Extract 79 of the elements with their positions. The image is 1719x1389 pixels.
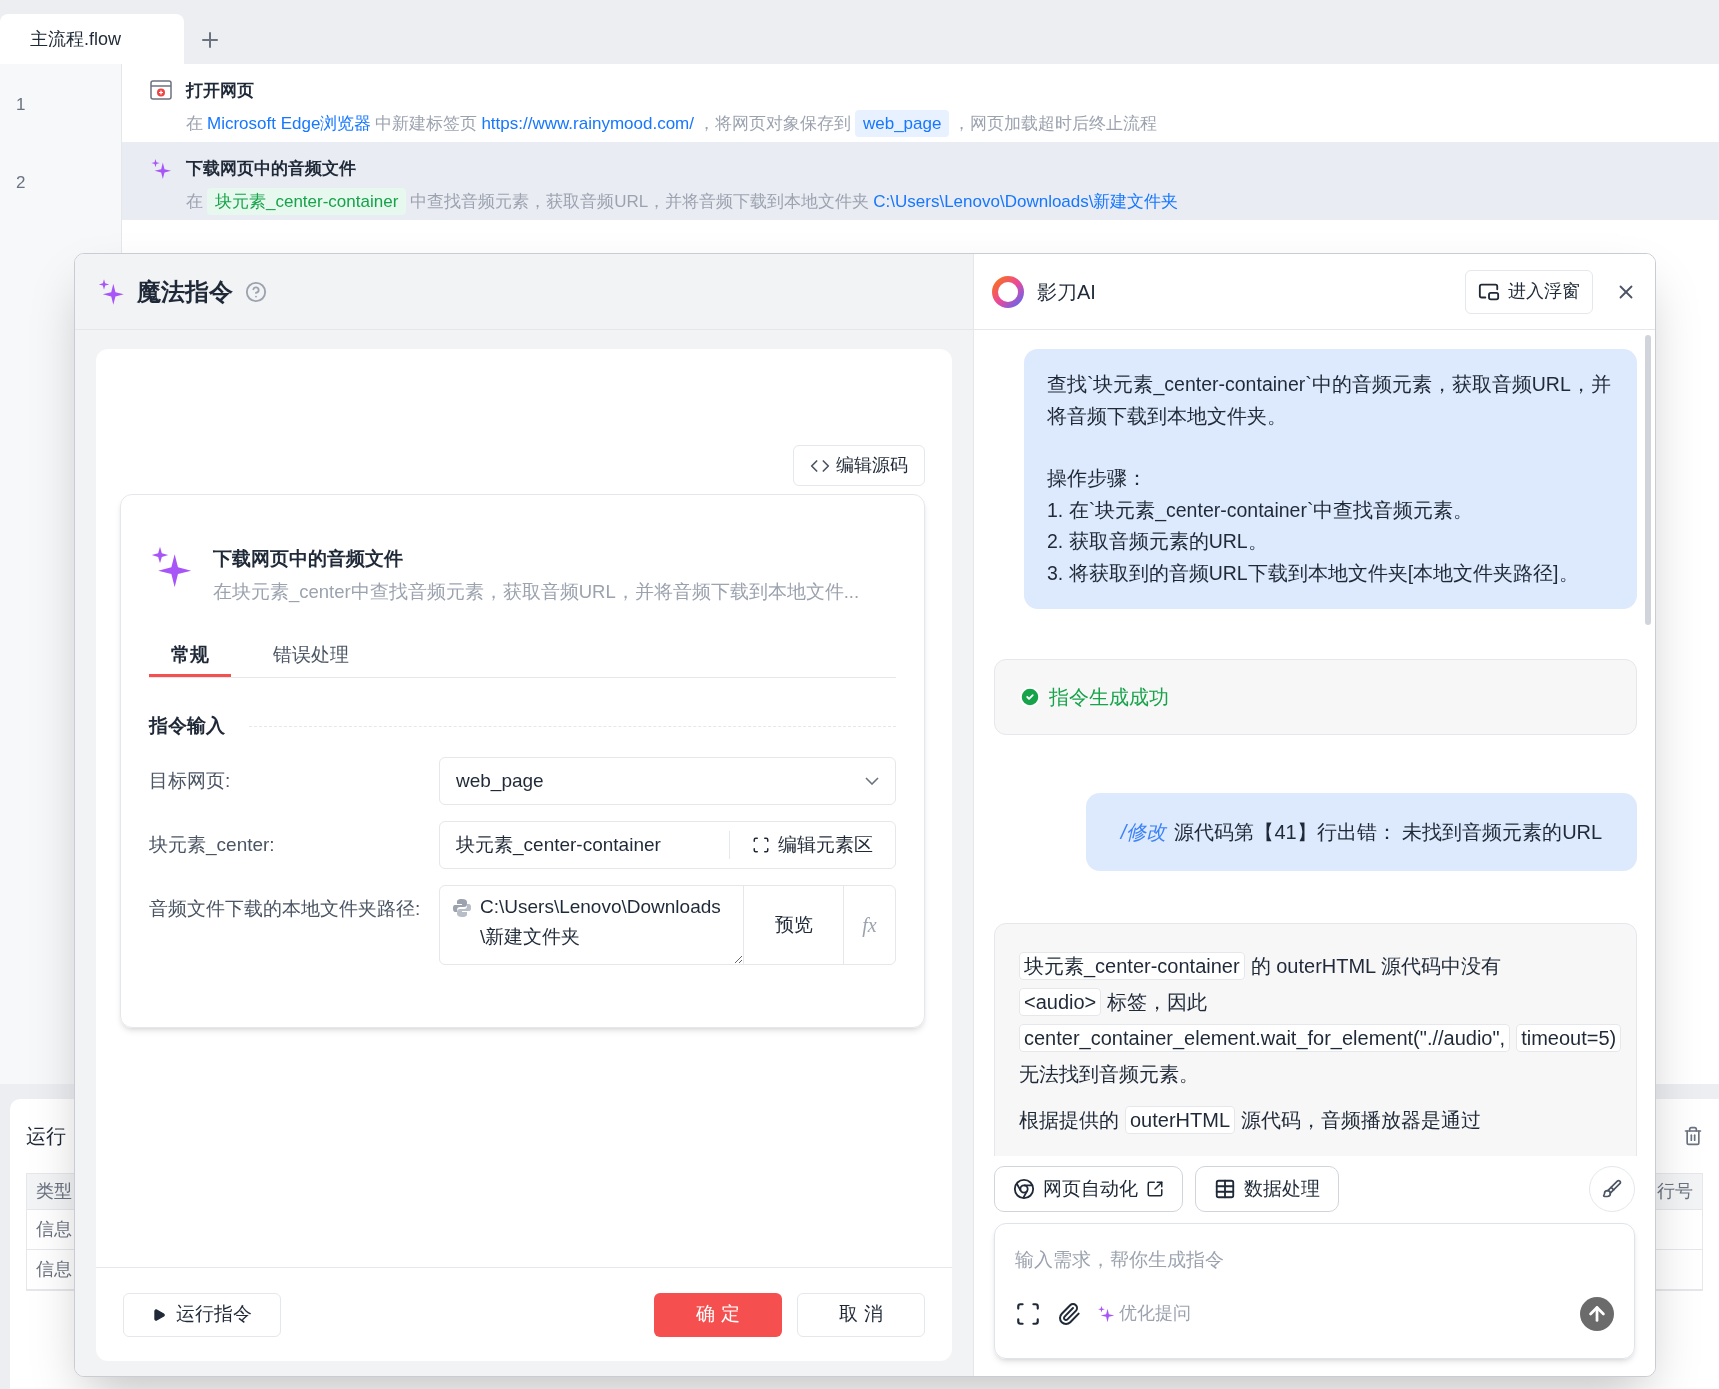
column-header: 类型 [36, 1180, 72, 1203]
flow-step[interactable]: 下载网页中的音频文件 在 块元素_center-container 中查找音频元素，获取音频URL，并将音频下载到本地文件夹 C:\Users\Lenovo\Downloads\新建文件夹 [122, 142, 1719, 220]
play-icon [152, 1307, 166, 1322]
section-title: 指令输入 [149, 714, 225, 739]
command-description: 在块元素_center中查找音频元素，获取音频URL，并将音频下载到本地文件... [213, 579, 860, 605]
inline-code: center_container_element.wait_for_element(".//audio", [1019, 1024, 1511, 1052]
link[interactable]: C:\Users\Lenovo\Downloads\新建文件夹 [873, 188, 1179, 214]
field-label: 目标网页: [149, 768, 232, 793]
answer-text: 标签，因此 [1107, 991, 1208, 1013]
path-field[interactable]: C:\Users\Lenovo\Downloads\新建文件夹 [440, 885, 744, 964]
send-button[interactable] [1580, 1296, 1614, 1331]
element-field[interactable]: 块元素_center-container [440, 830, 730, 859]
sparkle-icon [150, 158, 172, 180]
inline-code: timeout=5) [1516, 1024, 1622, 1052]
step-text: 3. 将获取到的音频URL下载到本地文件夹[本地文件夹路径]。 [1047, 560, 1580, 586]
quick-action-button[interactable]: 数据处理 [1195, 1166, 1339, 1212]
request-text: 查找`块元素_center-container`中的音频元素，获取音频URL，并将音频下载到本地文件夹。 [1047, 372, 1612, 429]
column-header: 行号 [1657, 1180, 1693, 1203]
step-text: 1. 在`块元素_center-container`中查找音频元素。 [1047, 497, 1475, 524]
answer-text: 无法找到音频元素。 [1019, 1063, 1199, 1085]
description-text: 在 [186, 112, 203, 135]
table-cell-text: 信息 [36, 1218, 72, 1241]
settings-tab[interactable]: 错误处理 [251, 635, 371, 678]
preview-button[interactable]: 预览 [744, 885, 844, 964]
select-field[interactable]: web_page [439, 756, 896, 805]
step-title: 打开网页 [186, 80, 255, 102]
trash-icon[interactable] [1683, 1126, 1703, 1146]
dialog-title: 魔法指令 [137, 276, 233, 307]
float-window-button[interactable]: 进入浮窗 [1465, 269, 1593, 314]
step-text: 操作步骤： [1047, 466, 1148, 491]
scan-icon [752, 835, 770, 854]
sparkle-icon [1097, 1304, 1115, 1323]
assistant-title: 影刀AI [1037, 279, 1096, 305]
description-text: ，网页加载超时后终止流程 [953, 112, 1158, 135]
inline-code: <audio> [1019, 988, 1102, 1016]
description-text: 在 [186, 190, 203, 213]
quick-action-button[interactable]: 网页自动化 [994, 1166, 1183, 1212]
screenshot-icon[interactable] [1015, 1300, 1041, 1327]
inline-code: 块元素_center-container [1019, 952, 1245, 980]
element-tag: 块元素_center-container [207, 187, 407, 215]
description-text: 中查找音频元素，获取音频URL，并将音频下载到本地文件夹 [410, 190, 870, 213]
paperclip-icon[interactable] [1057, 1301, 1081, 1326]
answer-text: 根据提供的 [1019, 1109, 1119, 1131]
ring-logo-icon [991, 274, 1025, 309]
check-circle-icon [1019, 686, 1041, 708]
answer-text: 的 outerHTML 源代码中没有 [1250, 955, 1502, 977]
line-number: 1 [16, 95, 26, 114]
answer-text: 源代码，音频播放器是通过 [1241, 1109, 1482, 1131]
file-tab[interactable]: 主流程.flow [0, 14, 184, 64]
description-text: ，将网页对象保存到 [697, 112, 851, 135]
panel-title: 运行 [26, 1124, 66, 1149]
step-text: 2. 获取音频元素的URL。 [1047, 529, 1269, 554]
chevron-down-icon [865, 776, 879, 785]
inline-code: outerHTML [1125, 1106, 1236, 1134]
browser-window-icon [150, 80, 172, 100]
edit-source-button[interactable]: 编辑源码 [793, 445, 925, 486]
python-icon [452, 897, 472, 918]
cancel-button[interactable]: 取 消 [797, 1292, 925, 1337]
prompt-input[interactable]: 输入需求，帮你生成指令 [1015, 1246, 1614, 1275]
scrollbar-thumb[interactable] [1645, 335, 1651, 625]
field-label: 块元素_center: [149, 832, 276, 858]
brush-icon [1602, 1179, 1622, 1199]
table-cell-text: 信息 [36, 1258, 72, 1281]
command-title: 下载网页中的音频文件 [213, 547, 404, 571]
link[interactable]: Microsoft Edge浏览器 [207, 110, 372, 136]
external-link-icon [1146, 1180, 1164, 1198]
variable-tag: web_page [854, 109, 950, 137]
field-label: 音频文件下载的本地文件夹路径: [149, 896, 422, 921]
edit-element-button[interactable]: 编辑元素区 [730, 830, 895, 859]
run-command-button[interactable]: 运行指令 [123, 1292, 281, 1337]
step-title: 下载网页中的音频文件 [186, 158, 357, 180]
command-message: /修改 源代码第【41】行出错： 未找到音频元素的URL [1086, 793, 1637, 871]
table-icon [1214, 1178, 1236, 1200]
browser-icon [1013, 1178, 1035, 1200]
status-text: 指令生成成功 [1049, 685, 1169, 710]
settings-tab[interactable]: 常规 [149, 635, 231, 678]
line-number: 2 [16, 173, 26, 192]
description-text: 中新建标签页 [375, 112, 478, 135]
link[interactable]: https://www.rainymood.com/ [481, 110, 694, 136]
